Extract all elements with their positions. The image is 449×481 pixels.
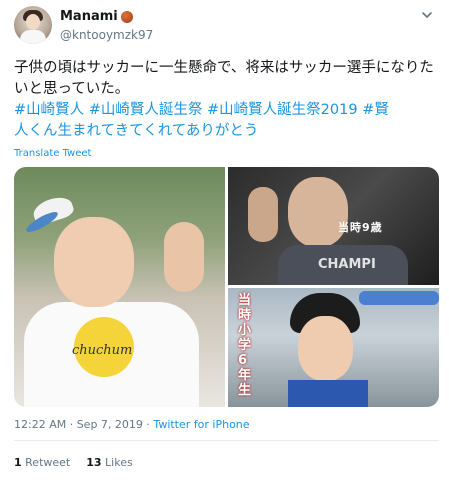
avatar-face	[26, 14, 40, 30]
photo-student[interactable]: 当時小学6年生	[228, 288, 439, 407]
photo3-caption: 当時小学6年生	[238, 293, 252, 398]
likes-label: Likes	[105, 456, 133, 469]
media-grid: chuchum CHAMPI 当時9歳 当時小学6年生	[14, 167, 439, 407]
hashtag-link[interactable]: #山崎賢人誕生祭	[89, 102, 203, 118]
source-link[interactable]: Twitter for iPhone	[153, 418, 249, 431]
photo2-face	[288, 177, 348, 247]
avatar[interactable]	[14, 6, 52, 44]
translate-tweet-link[interactable]: Translate Tweet	[14, 148, 91, 159]
timestamp-text[interactable]: 12:22 AM · Sep 7, 2019 ·	[14, 418, 153, 431]
name-row[interactable]: Manami	[60, 9, 133, 24]
tweet-text-line1: 子供の頃はサッカーに一生懸命で、将来はサッカー選手になりた	[14, 60, 434, 76]
photo-child-with-cap[interactable]: chuchum	[14, 167, 225, 407]
photo3-face	[298, 316, 353, 381]
photo-child-peace-sign[interactable]: CHAMPI 当時9歳	[228, 167, 439, 285]
tweet-header: Manami @kntooymzk97	[14, 6, 434, 46]
retweets-stat[interactable]: 1 Retweet	[14, 456, 70, 469]
user-handle[interactable]: @kntooymzk97	[60, 28, 153, 42]
photo3-shirt	[288, 380, 368, 407]
photo1-shirt-text: chuchum	[72, 343, 133, 358]
basketball-emoji-icon	[120, 10, 133, 23]
tweet-timestamp[interactable]: 12:22 AM · Sep 7, 2019 · Twitter for iPh…	[14, 418, 250, 431]
tweet-text: 子供の頃はサッカーに一生懸命で、将来はサッカー選手になりた いと思っていた。 #…	[14, 58, 439, 142]
display-name[interactable]: Manami	[60, 9, 118, 24]
tweet-stats: 1 Retweet 13 Likes	[14, 456, 133, 469]
tweet-text-line2: いと思っていた。	[14, 81, 130, 97]
hashtag-link[interactable]: #山崎賢人	[14, 102, 84, 118]
retweets-count: 1	[14, 456, 22, 469]
hashtag-link-continued[interactable]: 人くん生まれてきてくれてありがとう	[14, 123, 258, 139]
photo2-shirt-text: CHAMPI	[318, 257, 376, 272]
photo1-face	[54, 217, 134, 307]
hashtag-link[interactable]: #賢	[362, 102, 389, 118]
chevron-down-icon[interactable]	[420, 8, 434, 22]
retweets-label: Retweet	[25, 456, 71, 469]
photo1-hand	[164, 222, 204, 292]
likes-stat[interactable]: 13 Likes	[86, 456, 132, 469]
tv-banner	[359, 291, 439, 305]
likes-count: 13	[86, 456, 102, 469]
hashtag-link[interactable]: #山崎賢人誕生祭2019	[207, 102, 358, 118]
divider	[14, 440, 439, 441]
photo2-caption: 当時9歳	[338, 221, 383, 234]
avatar-shirt	[20, 30, 46, 44]
photo2-peace-hand	[248, 187, 278, 242]
